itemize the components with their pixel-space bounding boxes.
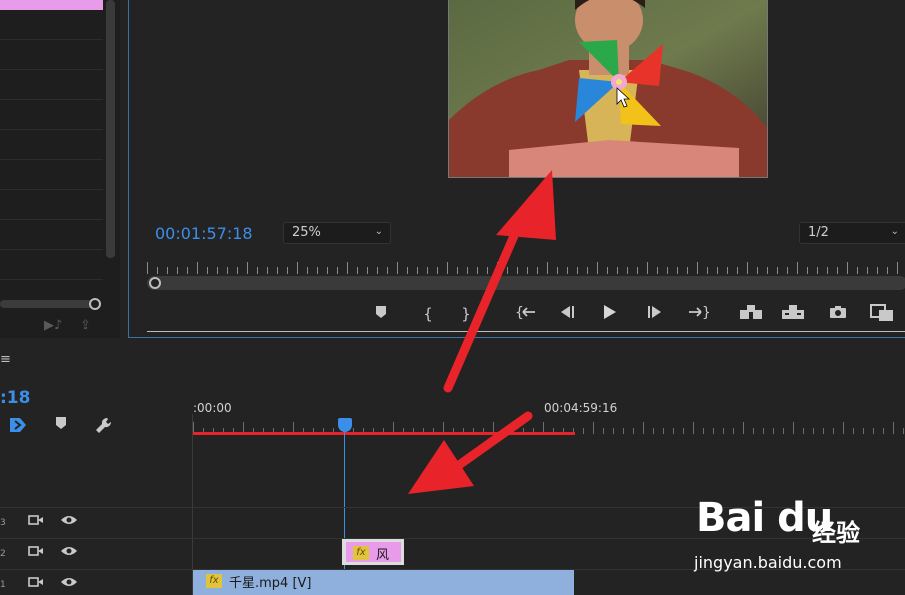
premiere-window: ▶♪ ⇪ 00:01:57:18 25% ⌄ 1/2 ⌄ {} {≡:18…: [0, 0, 905, 595]
comparison-view-button[interactable]: [869, 304, 895, 324]
baidu-jingyan-text: 经验: [812, 519, 860, 547]
monitor-time-ruler[interactable]: [147, 262, 905, 274]
fx-badge: fx: [206, 574, 222, 588]
clip-title: 风: [376, 548, 390, 563]
add-marker-button[interactable]: [370, 304, 392, 324]
automate-sequence-icon[interactable]: ▶♪: [44, 318, 62, 333]
video-frame-image: [449, 0, 767, 177]
snap-icon: [10, 418, 26, 432]
go-to-in-button[interactable]: {: [513, 304, 539, 324]
export-frame-button[interactable]: [827, 304, 849, 324]
playhead-handle[interactable]: [338, 418, 352, 432]
video-clip[interactable]: fx 千星.mp4 [V]: [193, 570, 574, 595]
program-monitor: 00:01:57:18 25% ⌄ 1/2 ⌄ { } {: [128, 0, 905, 338]
snap-toggle[interactable]: [8, 416, 26, 434]
track-label: 3: [0, 518, 6, 528]
clip-title: 千星.mp4 [V]: [229, 576, 312, 591]
step-forward-button[interactable]: [644, 304, 666, 324]
svg-text:}: }: [702, 305, 709, 319]
mark-in-icon: {: [423, 305, 433, 323]
ruler-start-label: :00:00: [193, 401, 232, 415]
zoom-level-value: 25%: [292, 225, 321, 240]
camera-track-icon[interactable]: [28, 545, 46, 561]
play-button[interactable]: [598, 304, 620, 324]
list-item[interactable]: [0, 10, 103, 40]
panel-menu-icon[interactable]: ≡: [0, 352, 11, 367]
mark-in-button[interactable]: {: [417, 304, 439, 324]
extract-icon: [782, 305, 804, 319]
track-label: 2: [0, 549, 6, 559]
video-preview[interactable]: [448, 0, 768, 178]
wrench-icon: [96, 417, 112, 433]
camera-icon: [830, 306, 846, 318]
list-item[interactable]: [0, 220, 103, 250]
baidu-url: jingyan.baidu.com: [694, 553, 842, 572]
step-back-button[interactable]: [556, 304, 578, 324]
comparison-view-icon: [870, 304, 893, 321]
list-item[interactable]: [0, 190, 103, 220]
resolution-value: 1/2: [808, 225, 829, 240]
fx-badge: fx: [353, 546, 369, 560]
eye-icon[interactable]: [60, 514, 78, 530]
list-item[interactable]: [0, 70, 103, 100]
go-to-in-icon: {: [515, 305, 535, 321]
find-icon[interactable]: ⇪: [80, 318, 91, 333]
mark-out-button[interactable]: }: [455, 304, 477, 324]
title-clip[interactable]: fx 风: [342, 539, 404, 565]
icon-size-slider-knob[interactable]: [89, 298, 101, 310]
marker-icon: [376, 306, 386, 318]
camera-track-icon[interactable]: [28, 514, 46, 530]
chevron-down-icon: ⌄: [374, 226, 383, 237]
selected-item-highlight[interactable]: [0, 0, 103, 10]
svg-text:{: {: [515, 305, 524, 319]
add-marker-button-timeline[interactable]: [54, 416, 72, 434]
mark-out-icon: }: [461, 305, 471, 323]
list-item[interactable]: [0, 40, 103, 70]
list-item[interactable]: [0, 100, 103, 130]
playhead-timecode[interactable]: 00:01:57:18: [155, 224, 253, 243]
timeline-timecode[interactable]: :18: [0, 388, 30, 408]
go-to-out-icon: }: [689, 305, 711, 321]
baidu-watermark: Bai du 经验 jingyan.baidu.com: [690, 495, 905, 575]
step-back-icon: [561, 306, 574, 318]
step-forward-icon: [648, 306, 661, 318]
chevron-down-icon: ⌄: [890, 226, 899, 237]
extract-button[interactable]: [780, 304, 806, 324]
project-item-list: [0, 10, 103, 298]
scrub-bar-knob[interactable]: [149, 277, 161, 289]
track-label: 1: [0, 580, 6, 590]
ruler-end-label: 00:04:59:16: [544, 401, 618, 415]
work-area-bar[interactable]: [193, 432, 575, 435]
go-to-out-button[interactable]: }: [685, 304, 711, 324]
eye-icon[interactable]: [60, 576, 78, 592]
lift-icon: [740, 305, 762, 319]
project-panel: ▶♪ ⇪: [0, 0, 120, 338]
icon-size-slider[interactable]: [0, 300, 100, 308]
timeline-settings-button[interactable]: [94, 416, 112, 434]
play-icon: [604, 305, 616, 319]
eye-icon[interactable]: [60, 545, 78, 561]
lift-button[interactable]: [738, 304, 764, 324]
list-item[interactable]: [0, 160, 103, 190]
controls-underline: [147, 331, 905, 332]
project-scrollbar[interactable]: [106, 0, 115, 258]
camera-track-icon[interactable]: [28, 576, 46, 592]
zoom-level-select[interactable]: 25% ⌄: [283, 222, 391, 244]
playback-resolution-select[interactable]: 1/2 ⌄: [799, 222, 905, 244]
marker-icon: [56, 417, 66, 429]
list-item[interactable]: [0, 130, 103, 160]
monitor-scrub-bar[interactable]: [147, 276, 905, 290]
list-item[interactable]: [0, 250, 103, 280]
